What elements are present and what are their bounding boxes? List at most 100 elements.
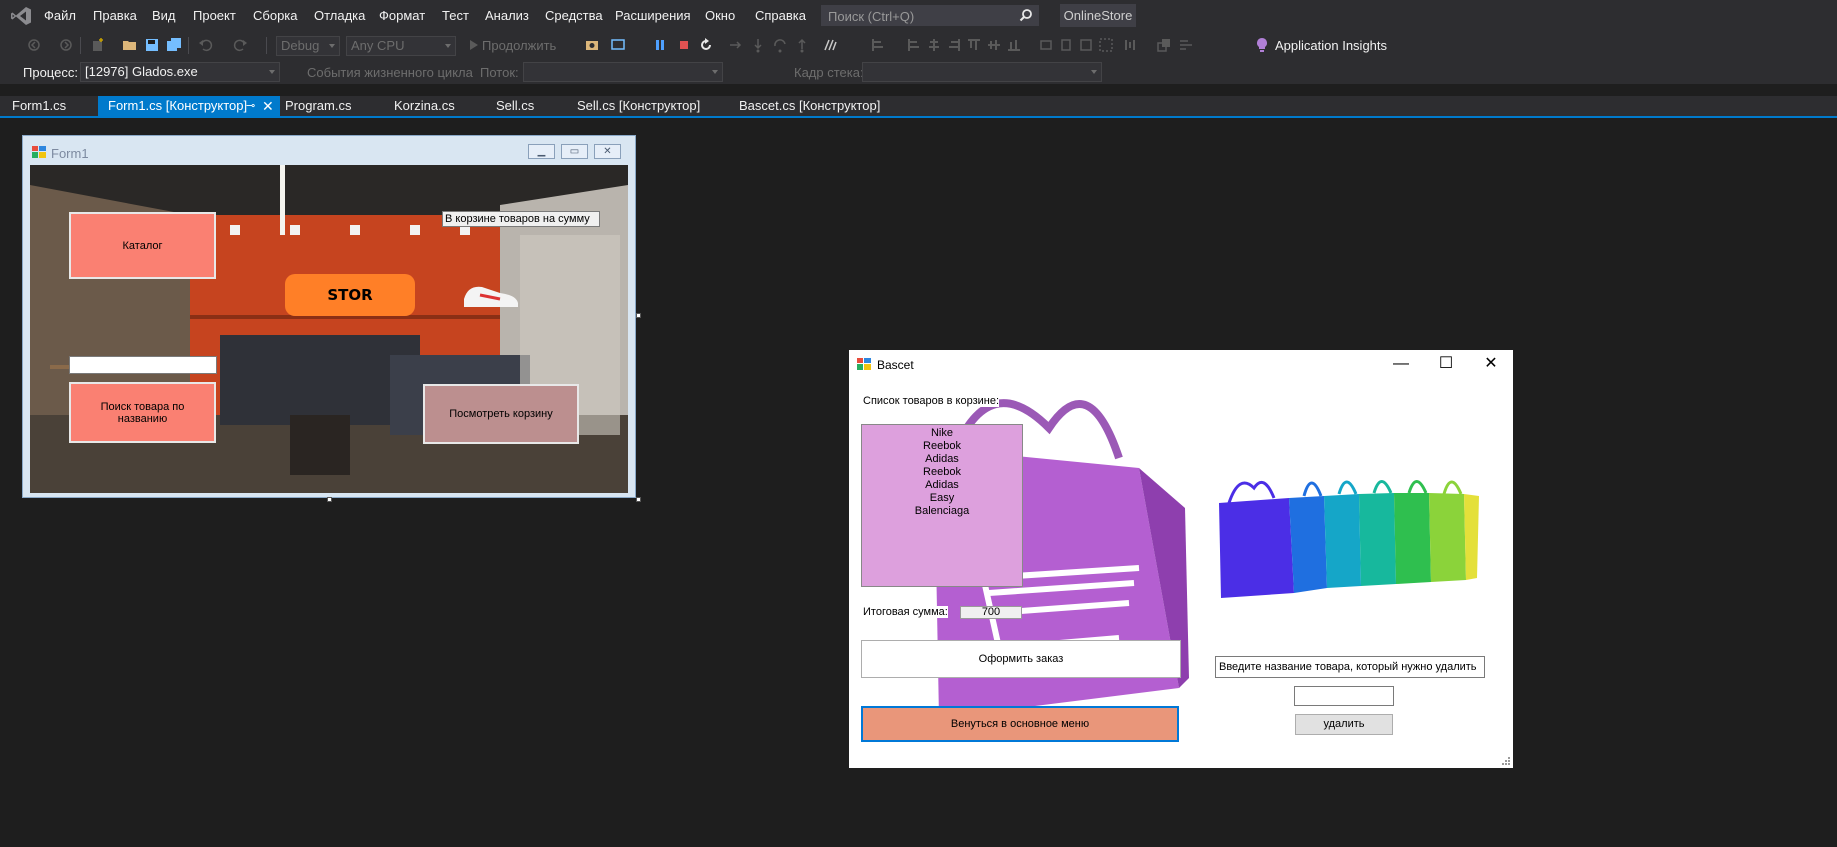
resize-handle[interactable] [636,313,641,318]
make-same-height-icon[interactable] [1058,37,1074,53]
align-lefts-icon[interactable] [870,37,886,53]
align-centers-icon[interactable] [926,37,942,53]
menu-extensions[interactable]: Расширения [615,8,691,23]
align-tops-icon[interactable] [966,37,982,53]
basket-items-list[interactable]: Nike Reebok Adidas Reebok Adidas Easy Ba… [861,424,1023,587]
view-basket-button[interactable]: Посмотреть корзину [423,384,579,444]
align-rights-icon[interactable] [946,37,962,53]
tab-order-icon[interactable] [1178,37,1194,53]
maximize-icon[interactable]: ▭ [561,144,588,159]
menu-tools[interactable]: Средства [545,8,603,23]
menu-build[interactable]: Сборка [253,8,298,23]
align-middles-icon[interactable] [986,37,1002,53]
resize-handle[interactable] [327,497,332,502]
continue-play-icon[interactable] [466,37,482,53]
bascet-window[interactable]: Bascet — ☐ ✕ Список товаров в корзине: N… [849,350,1513,768]
catalog-button[interactable]: Каталог [69,212,216,279]
application-insights-icon[interactable] [1254,37,1270,53]
screenshot-icon[interactable] [584,37,600,53]
search-by-name-button[interactable]: Поиск товара по названию [69,382,216,443]
process-dropdown[interactable]: [12976] Glados.exe [80,62,280,82]
menu-project[interactable]: Проект [193,8,236,23]
menu-analyze[interactable]: Анализ [485,8,529,23]
tab-sell-cs[interactable]: Sell.cs [486,96,544,116]
pin-icon[interactable]: ⊸ [246,96,255,116]
align-lefts-icon[interactable] [906,37,922,53]
close-icon[interactable]: ✕ [262,96,274,116]
undo-icon[interactable] [198,37,214,53]
navigate-forward-icon[interactable] [58,37,74,53]
menu-file[interactable]: Файл [44,8,76,23]
menu-format[interactable]: Формат [379,8,425,23]
place-order-button[interactable]: Оформить заказ [861,640,1181,678]
delete-item-button[interactable]: удалить [1295,714,1393,735]
thread-dropdown[interactable] [523,62,723,82]
platform-value: Any CPU [351,38,405,53]
search-icon[interactable] [1019,8,1033,22]
minimize-icon[interactable]: — [1379,350,1423,378]
lifecycle-events-button[interactable]: События жизненного цикла [307,65,473,80]
close-icon[interactable]: ✕ [1469,350,1513,378]
redo-icon[interactable] [232,37,248,53]
minimize-icon[interactable]: ▁ [528,144,555,159]
step-into-icon[interactable] [750,37,766,53]
diagnostics-icon[interactable] [610,37,626,53]
bring-to-front-icon[interactable] [1156,37,1172,53]
hot-reload-icon[interactable] [822,37,838,53]
search-input[interactable] [69,356,217,374]
application-insights-button[interactable]: Application Insights [1275,38,1387,53]
show-next-statement-icon[interactable] [728,37,744,53]
list-item[interactable]: Reebok [862,440,1022,453]
align-bottoms-icon[interactable] [1006,37,1022,53]
tab-program-cs[interactable]: Program.cs [275,96,361,116]
step-over-icon[interactable] [772,37,788,53]
resize-handle[interactable] [636,497,641,502]
stop-icon[interactable] [676,37,692,53]
menu-window[interactable]: Окно [705,8,735,23]
list-item[interactable]: Balenciaga [862,505,1022,518]
thread-label: Поток: [480,65,519,80]
navigate-back-icon[interactable] [26,37,42,53]
make-same-size-icon[interactable] [1078,37,1094,53]
solution-platform-dropdown[interactable]: Any CPU [346,36,456,56]
delete-item-name-input[interactable] [1294,686,1394,706]
new-project-icon[interactable] [90,37,106,53]
menu-edit[interactable]: Правка [93,8,137,23]
list-item[interactable]: Adidas [862,453,1022,466]
list-item[interactable]: Adidas [862,479,1022,492]
list-item[interactable]: Easy [862,492,1022,505]
tab-form1-designer[interactable]: Form1.cs [Конструктор] ⊸ ✕ [98,96,280,116]
stack-frame-dropdown[interactable] [862,62,1102,82]
pause-icon[interactable] [652,37,668,53]
tab-form1-cs[interactable]: Form1.cs [2,96,76,116]
list-item[interactable]: Nike [862,427,1022,440]
tab-korzina-cs[interactable]: Korzina.cs [384,96,465,116]
save-all-icon[interactable] [166,37,182,53]
open-folder-icon[interactable] [122,37,138,53]
resize-grip-icon[interactable] [1501,756,1511,766]
search-input[interactable]: Поиск (Ctrl+Q) [821,5,1039,26]
close-icon[interactable]: ✕ [594,144,621,159]
menu-view[interactable]: Вид [152,8,176,23]
menu-help[interactable]: Справка [755,8,806,23]
save-icon[interactable] [144,37,160,53]
step-out-icon[interactable] [794,37,810,53]
process-value: [12976] Glados.exe [85,64,198,79]
list-item[interactable]: Reebok [862,466,1022,479]
tab-bascet-designer[interactable]: Bascet.cs [Конструктор] [729,96,890,116]
restart-icon[interactable] [698,37,714,53]
menu-test[interactable]: Тест [442,8,469,23]
menu-debug[interactable]: Отладка [314,8,365,23]
tab-sell-designer[interactable]: Sell.cs [Конструктор] [567,96,710,116]
form1-window[interactable]: Form1 ▁ ▭ ✕ STOR Каталог В корзине товар… [22,135,636,498]
back-to-main-menu-button[interactable]: Венуться в основное меню [861,706,1179,742]
solution-configuration-dropdown[interactable]: Debug [276,36,340,56]
make-same-width-icon[interactable] [1038,37,1054,53]
size-to-grid-icon[interactable] [1098,37,1114,53]
toolbar-separator [266,37,267,54]
solution-name-badge: OnlineStore [1060,4,1136,27]
maximize-icon[interactable]: ☐ [1424,350,1468,378]
horizontal-spacing-icon[interactable] [1122,37,1138,53]
visual-studio-logo-icon[interactable] [10,6,32,26]
continue-button[interactable]: Продолжить [482,38,556,53]
